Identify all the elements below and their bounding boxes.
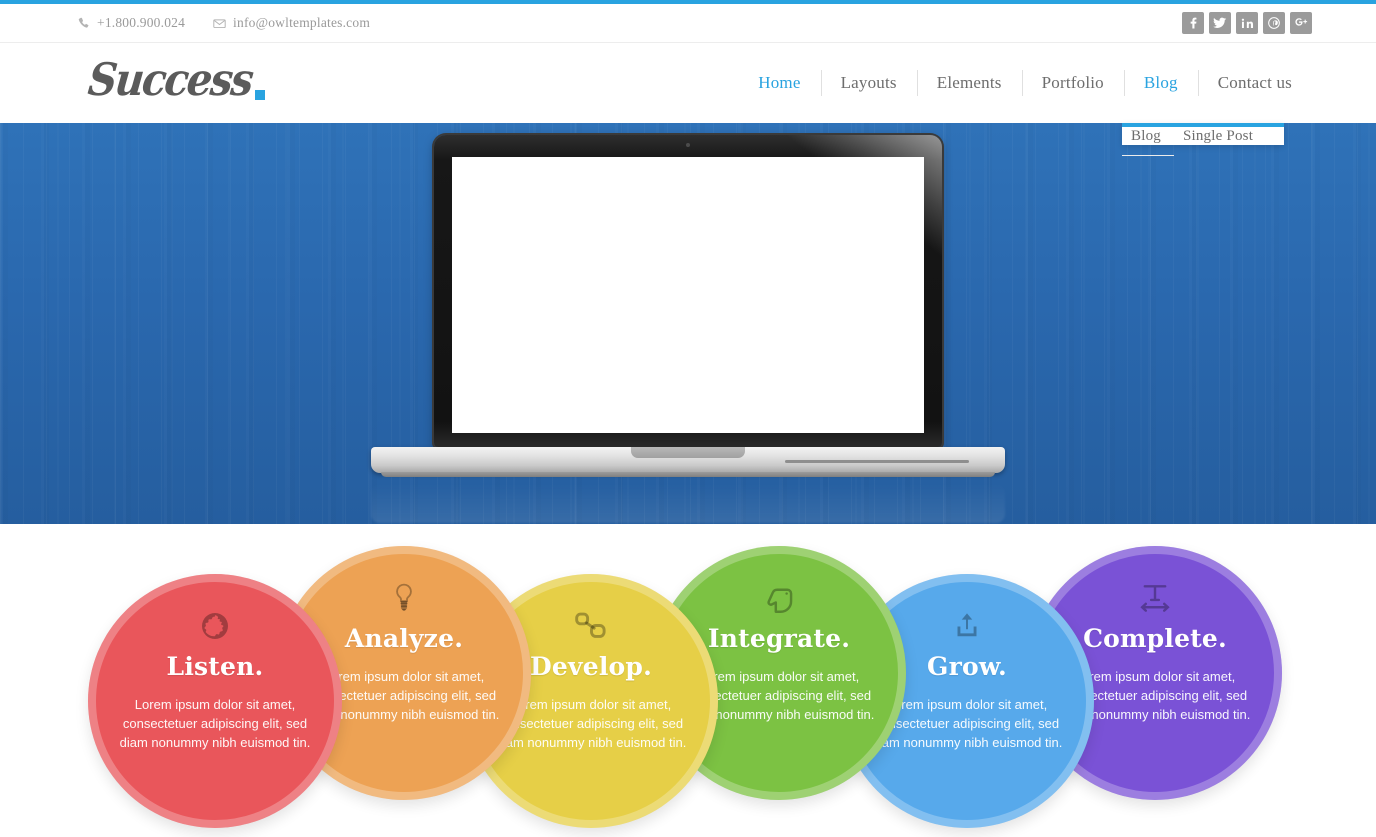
- nav-item-home[interactable]: Home: [738, 43, 820, 123]
- logo-accent-dot: [255, 90, 266, 100]
- feature-title: Integrate.: [707, 624, 851, 653]
- hand-point-up-icon: [764, 578, 794, 618]
- feature-title: Listen.: [166, 652, 264, 681]
- laptop-base: [371, 447, 1005, 477]
- nav-item-blog[interactable]: Blog: [1123, 43, 1198, 123]
- features-section: Listen. Lorem ipsum dolor sit amet, cons…: [0, 524, 1376, 837]
- globe-icon: [200, 606, 230, 646]
- googleplus-icon[interactable]: [1290, 12, 1312, 34]
- nav-label: Home: [758, 73, 801, 92]
- pinterest-icon[interactable]: [1263, 12, 1285, 34]
- dropdown-item-blog[interactable]: Blog: [1122, 117, 1174, 156]
- envelope-icon: [213, 17, 226, 30]
- top-bar: +1.800.900.024 info@owltemplates.com: [0, 4, 1376, 43]
- nav-label: Elements: [936, 73, 1002, 92]
- email-address: info@owltemplates.com: [233, 15, 371, 30]
- nav-item-portfolio[interactable]: Portfolio: [1021, 43, 1124, 123]
- lightbulb-icon: [391, 578, 417, 618]
- nav-label: Layouts: [840, 73, 897, 92]
- twitter-icon[interactable]: [1209, 12, 1231, 34]
- nav-label: Portfolio: [1041, 73, 1104, 92]
- laptop-foot: [381, 472, 995, 477]
- dropdown-label: Single Post: [1182, 128, 1254, 144]
- laptop-mockup: [371, 135, 1005, 477]
- feature-title: Complete.: [1083, 624, 1227, 653]
- nav-item-elements[interactable]: Elements: [916, 43, 1022, 123]
- blog-dropdown-menu: Blog Single Post: [1122, 117, 1284, 156]
- laptop-screen[interactable]: [452, 157, 924, 433]
- contact-info-group: +1.800.900.024 info@owltemplates.com: [78, 15, 370, 31]
- webcam-icon: [686, 143, 690, 147]
- feature-circle-listen[interactable]: Listen. Lorem ipsum dolor sit amet, cons…: [88, 574, 342, 828]
- feature-title: Analyze.: [344, 624, 464, 653]
- linkedin-icon[interactable]: [1236, 12, 1258, 34]
- dropdown-label: Blog: [1131, 128, 1161, 144]
- logo-text: Success: [85, 53, 255, 107]
- feature-title: Grow.: [927, 652, 1007, 681]
- link-icon: [574, 606, 608, 646]
- laptop-reflection: [371, 483, 1005, 523]
- hero-banner: [0, 123, 1376, 524]
- site-header: Success Home Layouts Elements Portfolio …: [0, 43, 1376, 156]
- laptop-notch: [631, 447, 745, 458]
- feature-description: Lorem ipsum dolor sit amet, consectetuer…: [119, 697, 311, 750]
- nav-item-layouts[interactable]: Layouts: [820, 43, 917, 123]
- email-contact[interactable]: info@owltemplates.com: [213, 15, 370, 31]
- main-navigation: Home Layouts Elements Portfolio Blog Con…: [738, 43, 1312, 123]
- text-width-icon: [1138, 578, 1172, 618]
- facebook-icon[interactable]: [1182, 12, 1204, 34]
- social-links-group: [1182, 12, 1312, 34]
- phone-contact[interactable]: +1.800.900.024: [78, 15, 185, 31]
- laptop-lid: [434, 135, 942, 447]
- dropdown-item-single-post[interactable]: Single Post: [1174, 117, 1262, 155]
- feature-title: Develop.: [530, 652, 652, 681]
- laptop-disc-slot: [785, 460, 969, 463]
- site-logo[interactable]: Success: [86, 54, 266, 106]
- nav-item-contact-us[interactable]: Contact us: [1197, 43, 1312, 123]
- phone-number: +1.800.900.024: [97, 15, 186, 30]
- nav-label: Contact us: [1217, 73, 1292, 92]
- phone-icon: [78, 17, 90, 29]
- upload-icon: [952, 606, 982, 646]
- nav-label: Blog: [1143, 73, 1178, 92]
